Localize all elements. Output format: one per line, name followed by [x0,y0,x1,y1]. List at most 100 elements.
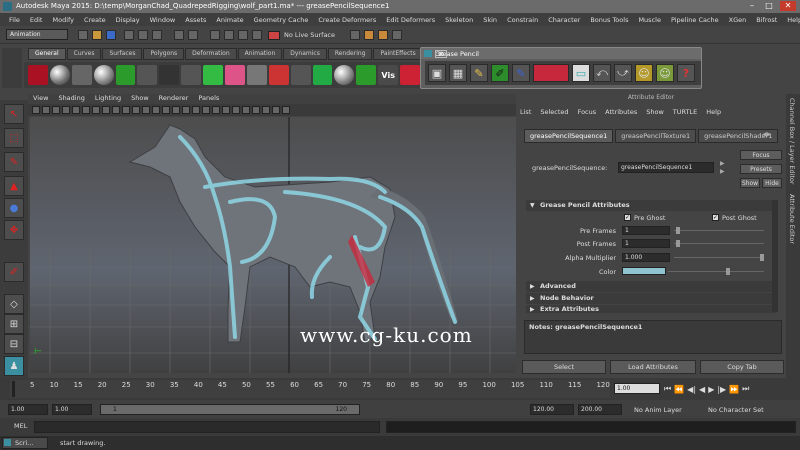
last-tool-icon[interactable]: ✐ [4,262,24,282]
ae-show-button[interactable]: Show [740,178,760,188]
shelf-combine-icon[interactable] [225,65,245,85]
ghost-next-icon[interactable]: ⤻ [614,64,632,82]
shelf-separate-icon[interactable] [246,65,267,85]
current-frame-field[interactable]: 1.00 [614,383,660,394]
two-view-icon[interactable]: ⊟ [4,334,24,354]
shelf-vis-icon[interactable]: Vis [378,65,399,85]
shelf-nurbs-sphere-icon[interactable] [49,65,70,85]
ae-menu-show[interactable]: Show [646,108,664,116]
post-frames-slider-handle[interactable] [676,240,680,247]
ae-hide-button[interactable]: Hide [762,178,782,188]
motion-blur-icon[interactable] [242,106,250,114]
menu-assets[interactable]: Assets [180,16,211,24]
resolution-gate-icon[interactable] [92,106,100,114]
snap-grid-icon[interactable] [188,30,198,40]
shelf-poly-plane-icon[interactable] [159,65,180,85]
ae-load-attributes-button[interactable]: Load Attributes [610,360,696,374]
close-button[interactable]: ✕ [780,1,796,11]
character-set-label[interactable]: No Character Set [708,406,764,414]
menu-skin[interactable]: Skin [478,16,502,24]
film-gate-icon[interactable] [82,106,90,114]
menu-edit[interactable]: Edit [25,16,48,24]
step-forward-frame-icon[interactable]: |▶ [717,385,726,394]
isolate-select-icon[interactable] [222,106,230,114]
color-value-slider-handle[interactable] [726,268,730,275]
remove-frame-icon[interactable]: ▦ [449,64,467,82]
shelf-poly-cube-icon[interactable] [115,65,136,85]
shelf-delete-icon[interactable] [400,65,421,85]
new-scene-icon[interactable] [78,30,88,40]
pre-frames-slider[interactable] [674,230,764,231]
select-hierarchy-icon[interactable] [124,30,134,40]
alpha-multiplier-slider[interactable] [674,257,764,258]
go-to-start-icon[interactable]: ⏮ [664,384,671,394]
snap-curve-icon[interactable] [210,30,220,40]
side-tab-channel-box[interactable]: Channel Box / Layer Editor [788,98,796,185]
hud-icon[interactable] [272,106,280,114]
shelf-poly-cylinder-icon[interactable] [137,65,158,85]
viewport-menu-view[interactable]: View [28,94,53,104]
maximize-button[interactable]: □ [761,1,777,11]
select-object-icon[interactable] [138,30,148,40]
rotate-tool-icon[interactable]: ● [4,198,24,218]
image-plane-icon[interactable] [62,106,70,114]
ghost-previous-icon[interactable]: ⤺ [593,64,611,82]
menu-animate[interactable]: Animate [211,16,248,24]
grid-toggle-icon[interactable] [72,106,80,114]
pre-ghost-checkbox[interactable]: ✓ [624,214,631,221]
shelf-tab-animation[interactable]: Animation [237,48,283,60]
menu-set-dropdown[interactable]: Animation [6,29,68,40]
history-icon[interactable] [350,30,360,40]
color-swatch[interactable] [533,64,569,82]
pencil-icon[interactable]: ✎ [470,64,488,82]
viewport-menu-lighting[interactable]: Lighting [90,94,126,104]
shelf-curve-tool-icon[interactable] [28,65,48,85]
ae-node-name-field[interactable]: greasePencilSequence1 [618,162,714,173]
menu-constrain[interactable]: Constrain [502,16,543,24]
shelf-bevel-icon[interactable] [203,65,224,85]
section-extra-attributes[interactable]: ▶ Extra Attributes [526,305,776,313]
go-to-end-icon[interactable]: ⏭ [742,384,749,394]
xray-icon[interactable] [202,106,210,114]
ae-node-arrow-icon[interactable]: ▶ [720,160,725,167]
shelf-center-pivot-icon[interactable] [356,65,377,85]
shelf-tab-curves[interactable]: Curves [66,48,102,60]
shelf-duplicate-icon[interactable] [334,65,355,85]
smooth-shade-icon[interactable] [152,106,160,114]
gamma-icon[interactable] [282,106,290,114]
depth-of-field-icon[interactable] [262,106,270,114]
viewport-menu-shading[interactable]: Shading [53,94,89,104]
single-view-icon[interactable]: ◇ [4,294,24,314]
xray-joints-icon[interactable] [212,106,220,114]
save-scene-icon[interactable] [106,30,116,40]
wireframe-icon[interactable] [142,106,150,114]
textured-icon[interactable] [172,106,180,114]
shelf-tab-deformation[interactable]: Deformation [185,48,237,60]
viewport-menu-panels[interactable]: Panels [193,94,224,104]
gate-mask-icon[interactable] [102,106,110,114]
shelf-tab-dynamics[interactable]: Dynamics [283,48,327,60]
menu-xgen[interactable]: XGen [724,16,752,24]
minimize-button[interactable]: – [744,1,760,11]
playback-end-field[interactable]: 120.00 [530,404,574,415]
lock-camera-icon[interactable] [42,106,50,114]
section-advanced[interactable]: ▶ Advanced [526,281,776,292]
scale-tool-icon[interactable]: ✥ [4,220,24,240]
menu-help[interactable]: Help [782,16,800,24]
menu-modify[interactable]: Modify [47,16,79,24]
shelf-boolean-icon[interactable] [268,65,289,85]
play-forward-icon[interactable]: ▶ [708,385,714,394]
notes-box[interactable]: Notes: greasePencilSequence1 [524,320,782,354]
menu-pipeline-cache[interactable]: Pipeline Cache [666,16,724,24]
shelf-menu-icon[interactable] [2,48,22,88]
ae-menu-list[interactable]: List [520,108,531,116]
alpha-multiplier-slider-handle[interactable] [760,254,764,261]
shadows-icon[interactable] [192,106,200,114]
marker-icon[interactable]: ✐ [491,64,509,82]
open-scene-icon[interactable] [92,30,102,40]
post-frames-slider[interactable] [674,243,764,244]
color-value-slider[interactable] [668,271,764,272]
menu-display[interactable]: Display [111,16,145,24]
menu-create-deformers[interactable]: Create Deformers [313,16,381,24]
shelf-extrude-icon[interactable] [181,65,202,85]
